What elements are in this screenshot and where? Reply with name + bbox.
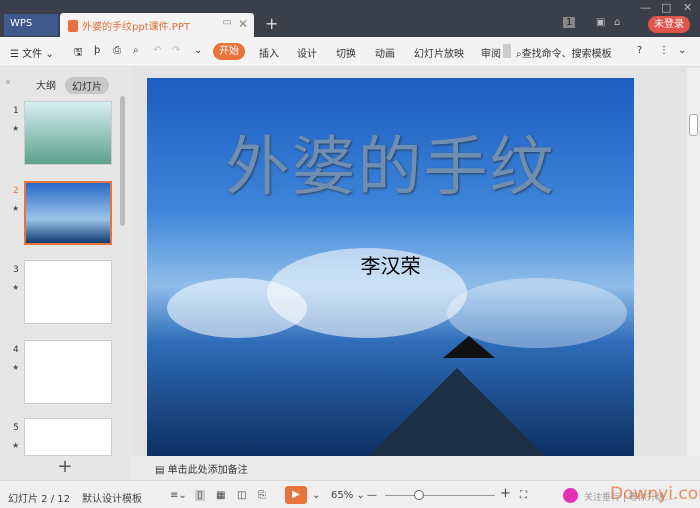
skin-icon[interactable]: ▣ bbox=[596, 17, 605, 28]
presenter-icon[interactable]: ⎘ bbox=[258, 490, 266, 501]
status-bar: 幻灯片 2 / 12 默认设计模板 ≡⌄ ▯ ▦ ◫ ⎘ ▶ ⌄ 65% ⌄ —… bbox=[0, 480, 700, 508]
slide-thumbnail-selected[interactable] bbox=[24, 181, 112, 245]
more-quick-icon[interactable]: ⌄ bbox=[194, 45, 202, 56]
slide-number: 1 bbox=[13, 106, 19, 116]
tab-review[interactable]: 审阅 bbox=[481, 45, 501, 60]
panel-scrollbar[interactable] bbox=[120, 96, 125, 226]
tab-slideshow[interactable]: 幻灯片放映 bbox=[414, 45, 464, 60]
slide-author[interactable]: 李汉荣 bbox=[147, 250, 634, 279]
zoom-value: 65% bbox=[331, 490, 354, 501]
play-options-icon[interactable]: ⌄ bbox=[312, 490, 320, 501]
undo-icon[interactable]: ↶ bbox=[153, 45, 161, 56]
fit-window-icon[interactable]: ⛶ bbox=[520, 490, 527, 501]
slide-number: 4 bbox=[13, 345, 19, 355]
wps-label: WPS bbox=[10, 18, 33, 29]
slide-count: 幻灯片 2 / 12 bbox=[8, 494, 70, 505]
zoom-level[interactable]: 65% ⌄ bbox=[331, 490, 365, 501]
zoom-out-button[interactable]: — bbox=[367, 490, 377, 501]
assistant-orb-icon[interactable] bbox=[563, 488, 578, 503]
star-icon: ★ bbox=[12, 441, 20, 450]
tab-insert[interactable]: 插入 bbox=[259, 45, 279, 60]
play-slideshow-button[interactable]: ▶ bbox=[285, 486, 307, 504]
file-menu[interactable]: ☰ 文件 ⌄ bbox=[10, 45, 54, 60]
star-icon: ★ bbox=[12, 283, 20, 292]
login-button[interactable]: 未登录 bbox=[648, 16, 690, 33]
tab-start[interactable]: 开始 bbox=[213, 43, 245, 60]
zoom-in-button[interactable]: + bbox=[500, 486, 511, 501]
collapse-ribbon-icon[interactable]: ⌄ bbox=[678, 45, 686, 56]
pier bbox=[367, 368, 547, 456]
search-label: 查找命令、搜索模板 bbox=[521, 49, 612, 60]
menu-bar: ☰ 文件 ⌄ 🖫 ϸ ⎙ ⌕ ↶ ↷ ⌄ 开始 插入 设计 切换 动画 幻灯片放… bbox=[0, 37, 700, 67]
scroll-tabs-button[interactable] bbox=[503, 44, 511, 58]
star-icon: ★ bbox=[12, 363, 20, 372]
scroll-thumb[interactable] bbox=[689, 114, 698, 136]
slide[interactable]: 外婆的手纹 李汉荣 bbox=[147, 78, 634, 456]
reading-view-icon[interactable]: ◫ bbox=[237, 490, 246, 501]
notes-toggle-icon[interactable]: ≡⌄ bbox=[170, 490, 187, 501]
star-icon: ★ bbox=[12, 124, 20, 133]
slide-number: 2 bbox=[13, 186, 19, 196]
page-badge[interactable]: 1 bbox=[563, 17, 576, 28]
help-icon[interactable]: ? bbox=[637, 45, 642, 56]
notes-area[interactable]: ▤ 单击此处添加备注 bbox=[131, 456, 700, 480]
normal-view-icon[interactable]: ▯ bbox=[195, 490, 205, 501]
shirt-icon[interactable]: ⌂ bbox=[614, 17, 620, 28]
wps-home-tab[interactable]: WPS bbox=[4, 14, 58, 36]
slide-thumbnail[interactable] bbox=[24, 340, 112, 404]
format-painter-icon[interactable]: ϸ bbox=[94, 45, 100, 56]
zoom-slider[interactable] bbox=[385, 495, 495, 496]
slide-thumbnail[interactable] bbox=[24, 418, 112, 456]
pin-icon[interactable]: ▭ bbox=[223, 17, 232, 28]
sorter-view-icon[interactable]: ▦ bbox=[216, 490, 225, 501]
file-label: 文件 bbox=[22, 49, 43, 60]
more-icon[interactable]: ⋮ bbox=[659, 45, 669, 56]
tab-slides[interactable]: 幻灯片 bbox=[65, 77, 109, 94]
save-icon[interactable]: 🖫 bbox=[74, 45, 83, 62]
close-window-icon[interactable]: ✕ bbox=[683, 1, 692, 14]
close-tab-icon[interactable]: ✕ bbox=[238, 17, 248, 31]
search-command[interactable]: ⌕查找命令、搜索模板 bbox=[516, 45, 612, 60]
slide-thumbnail[interactable] bbox=[24, 260, 112, 324]
slide-number: 3 bbox=[13, 265, 19, 275]
canvas-scrollbar[interactable] bbox=[687, 68, 700, 456]
tab-design[interactable]: 设计 bbox=[297, 45, 317, 60]
cloud bbox=[447, 278, 627, 348]
slide-thumbnail[interactable] bbox=[24, 101, 112, 165]
document-tab-label: 外婆的手纹ppt课件.PPT bbox=[82, 22, 190, 33]
slide-title[interactable]: 外婆的手纹 bbox=[147, 116, 634, 208]
slide-number: 5 bbox=[13, 423, 19, 433]
star-icon: ★ bbox=[12, 204, 20, 213]
title-bar: WPS 外婆的手纹ppt课件.PPT ▭ ✕ + — □ ✕ 1 ▣ ⌂ 未登录 bbox=[0, 0, 700, 37]
print-preview-icon[interactable]: ⌕ bbox=[133, 45, 139, 56]
template-name[interactable]: 默认设计模板 bbox=[82, 490, 142, 505]
print-icon[interactable]: ⎙ bbox=[113, 45, 121, 56]
maximize-icon[interactable]: □ bbox=[661, 1, 671, 14]
slide-panel: « 大纲 幻灯片 1 ★ 2 ★ 3 ★ 4 ★ 5 ★ bbox=[0, 68, 130, 456]
tab-animation[interactable]: 动画 bbox=[375, 45, 395, 60]
add-slide-button[interactable]: + bbox=[0, 456, 130, 480]
document-tab[interactable]: 外婆的手纹ppt课件.PPT ▭ ✕ bbox=[60, 13, 254, 37]
ppt-file-icon bbox=[68, 20, 78, 32]
zoom-slider-knob[interactable] bbox=[414, 490, 424, 500]
redo-icon[interactable]: ↷ bbox=[172, 45, 180, 56]
minimize-icon[interactable]: — bbox=[640, 1, 651, 14]
tab-transition[interactable]: 切换 bbox=[336, 45, 356, 60]
watermark: Downyi.com bbox=[610, 484, 700, 504]
tab-outline[interactable]: 大纲 bbox=[36, 77, 56, 92]
collapse-panel-icon[interactable]: « bbox=[5, 77, 11, 88]
new-tab-button[interactable]: + bbox=[265, 14, 278, 33]
notes-placeholder: 单击此处添加备注 bbox=[167, 465, 248, 476]
notes-icon: ▤ bbox=[155, 465, 168, 476]
